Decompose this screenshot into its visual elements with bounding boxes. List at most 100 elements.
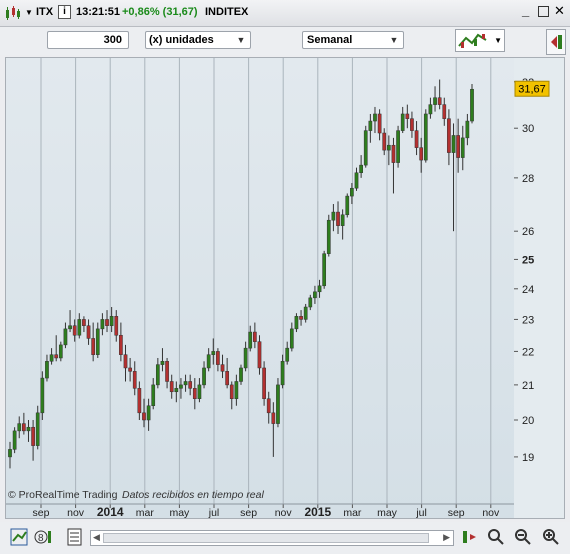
candle-body [359,164,363,173]
list-icon[interactable] [66,528,84,546]
candle-body [428,104,433,115]
candle-body [95,328,100,355]
candle-body [354,172,359,189]
y-tick-label: 26 [522,226,534,238]
candle-body [451,135,456,153]
y-tick-label: 23 [522,314,534,326]
period-label: Semanal [307,34,353,46]
candle-body [151,384,156,406]
scrollbar-thumb[interactable] [103,533,429,543]
x-tick-label: nov [275,507,293,518]
zoom-fit-icon[interactable] [487,528,505,546]
candle-body [419,147,424,161]
candle-body [253,331,257,342]
candle-body [86,325,91,339]
candle-body [391,144,396,163]
candle-body [405,113,410,119]
candle-body [202,367,206,386]
scroll-right-icon[interactable]: ▶ [443,532,450,543]
candle-body [137,388,142,414]
tools-icon [551,35,562,49]
candle-body [257,341,262,369]
candle-body [211,351,216,355]
candle-body [442,104,447,119]
symbol-dropdown-icon[interactable]: ▼ [25,8,33,17]
y-tick-label: 21 [522,380,534,392]
candle-body [63,328,68,346]
chart-tools-icon[interactable] [10,528,28,546]
quantity-input[interactable]: 300 [47,31,129,49]
candle-body [433,97,437,105]
zoom-out-icon[interactable] [514,528,532,546]
x-tick-label: sep [240,507,257,518]
auto-scroll-icon[interactable] [460,528,478,546]
candle-body [350,187,354,197]
candle-body [58,344,63,359]
candle-body [12,430,17,450]
candle-body [160,361,165,365]
candle-body [465,120,470,139]
candle-body [248,331,253,349]
candle-body [82,319,86,326]
candle-body [262,367,266,399]
change-label: +0,86% (31,67) [122,6,198,18]
time-label: 13:21:51 [76,6,121,18]
candle-body [216,351,220,365]
chart-canvas[interactable]: 1920212223242526283032 sepnov2014marmayj… [6,58,564,519]
candle-body [276,384,280,424]
units-select[interactable]: (x) unidades ▼ [145,31,251,49]
x-tick-label: nov [482,507,500,518]
candle-body [303,306,308,320]
candle-body [410,118,414,131]
candle-body [49,354,54,362]
x-tick-label: may [377,507,398,518]
x-tick-label: mar [343,507,362,518]
candle-body [123,354,128,369]
candle-body [35,412,40,446]
candle-body [91,338,96,355]
scroll-left-icon[interactable]: ◀ [93,532,100,543]
chart-style-icon [458,33,487,48]
chevron-down-icon: ▼ [236,35,246,45]
candle-body [31,426,35,446]
candle-body [299,316,303,320]
candle-body [368,120,373,131]
info-icon[interactable]: i [58,5,71,19]
x-tick-label: jul [415,507,427,518]
x-tick-label: jul [208,507,220,518]
close-icon[interactable]: ✕ [554,3,565,19]
candle-body [142,412,146,421]
maximize-icon[interactable] [538,6,549,17]
candle-body [169,381,174,393]
candle-body [243,347,248,369]
candle-body [8,449,12,458]
side-panel-button[interactable] [546,29,566,55]
candle-body [336,211,340,226]
x-tick-label: 2015 [304,505,331,518]
candle-body [105,319,109,326]
candle-body [119,334,123,355]
candle-body [40,377,45,414]
candle-body [373,113,377,122]
candle-body [377,113,382,134]
chart-style-button[interactable]: ▼ [455,29,505,52]
horizontal-scrollbar[interactable]: ◀ ▶ [90,530,454,546]
candle-body [447,118,451,153]
candle-body [100,319,105,330]
last-price-label: 31,67 [518,84,546,96]
candle-body [456,135,460,158]
candle-body [340,214,345,226]
period-select[interactable]: Semanal ▼ [302,31,404,49]
candle-body [77,319,82,336]
x-tick-label: mar [136,507,155,518]
candle-body [322,253,327,287]
candle-body [165,361,169,382]
zoom-in-icon[interactable] [542,528,560,546]
symbol-label[interactable]: ITX [36,6,53,18]
candle-body [72,325,77,336]
candle-body [132,371,137,389]
minimize-icon[interactable]: _ [522,3,529,18]
indicators-icon[interactable]: 8 [34,528,52,546]
y-tick-label: 24 [522,284,534,296]
price-chart[interactable]: 1920212223242526283032 sepnov2014marmayj… [5,57,565,519]
